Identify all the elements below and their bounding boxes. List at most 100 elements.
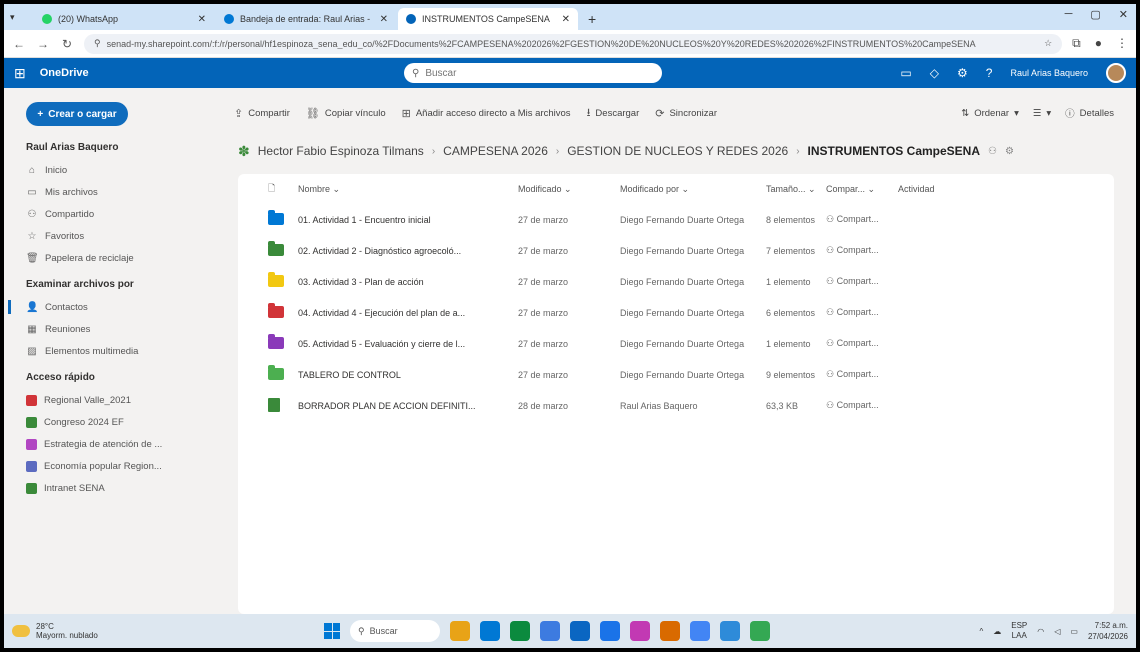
sidebar-nav-item[interactable]: ⌂ Inicio [20,159,222,181]
tab-search-icon[interactable]: ▾ [10,12,26,23]
taskbar-app-icon[interactable] [630,621,650,641]
help-icon[interactable]: ? [986,66,993,80]
sidebar-nav-item[interactable]: ▭ Mis archivos [20,181,222,203]
sort-button[interactable]: ⇅ Ordenar ▾ [961,108,1019,119]
wifi-icon[interactable]: ◠ [1037,627,1044,636]
battery-icon[interactable]: ▭ [1070,627,1078,636]
browse-item[interactable]: ▨ Elementos multimedia [20,340,222,362]
back-icon[interactable]: ← [12,37,26,51]
sharing-status[interactable]: ⚇ Compart... [826,400,898,411]
site-info-icon[interactable]: ⚲ [94,38,101,49]
clock[interactable]: 7:52 a.m. 27/04/2026 [1088,620,1128,642]
sharing-status[interactable]: ⚇ Compart... [826,276,898,287]
command-button[interactable]: ⛓ Copiar vínculo [306,107,386,120]
bookmark-star-icon[interactable]: ☆ [1044,38,1052,49]
taskbar-app-icon[interactable] [570,621,590,641]
taskbar-app-icon[interactable] [660,621,680,641]
search-box[interactable]: ⚲ [404,63,662,83]
people-icon[interactable]: ⚇ [988,146,997,157]
breadcrumb-item[interactable]: Hector Fabio Espinoza Tilmans [258,144,424,158]
table-row[interactable]: 04. Actividad 4 - Ejecución del plan de … [238,297,1114,328]
url-bar[interactable]: ⚲ senad-my.sharepoint.com/:f:/r/personal… [84,33,1063,54]
settings-icon[interactable]: ⚙ [957,66,968,80]
start-windows-icon[interactable] [324,623,340,639]
col-modified-header[interactable]: Modificado ⌄ [518,184,620,195]
quick-access-item[interactable]: Congreso 2024 EF [20,411,222,433]
taskbar-app-icon[interactable] [750,621,770,641]
file-name[interactable]: 05. Actividad 5 - Evaluación y cierre de… [298,339,518,349]
taskbar-app-icon[interactable] [690,621,710,641]
command-button[interactable]: ⇪ Compartir [234,107,290,120]
browser-tab[interactable]: INSTRUMENTOS CampeSENA ✕ [398,8,578,30]
browse-item[interactable]: 👤 Contactos [8,296,222,318]
tab-close-icon[interactable]: ✕ [380,14,388,25]
taskbar-app-icon[interactable] [450,621,470,641]
details-button[interactable]: ⓘ Detalles [1065,106,1114,121]
premium-icon[interactable]: ◇ [930,66,939,80]
command-button[interactable]: ⊞ Añadir acceso directo a Mis archivos [402,107,571,120]
quick-access-item[interactable]: Intranet SENA [20,477,222,499]
taskbar-app-icon[interactable] [510,621,530,641]
table-row[interactable]: TABLERO DE CONTROL 27 de marzo Diego Ferna… [238,359,1114,390]
col-size-header[interactable]: Tamaño... ⌄ [766,184,826,195]
app-launcher-icon[interactable]: ⊞ [14,65,26,82]
breadcrumb-item[interactable]: CAMPESENA 2026 [443,144,548,158]
tab-close-icon[interactable]: ✕ [198,14,206,25]
search-input[interactable] [425,67,626,79]
sharing-status[interactable]: ⚇ Compart... [826,369,898,380]
forward-icon[interactable]: → [36,37,50,51]
extensions-icon[interactable]: ⧉ [1072,36,1081,51]
view-options-button[interactable]: ☰ ▾ [1033,108,1051,119]
reload-icon[interactable]: ↻ [60,37,74,51]
col-sharing-header[interactable]: Compar... ⌄ [826,184,898,195]
feedback-icon[interactable]: ▭ [900,66,911,80]
file-name[interactable]: 01. Actividad 1 - Encuentro inicial [298,215,518,225]
file-name[interactable]: 04. Actividad 4 - Ejecución del plan de … [298,308,518,318]
folder-settings-icon[interactable]: ⚙ [1005,146,1014,157]
command-button[interactable]: ⟳ Sincronizar [655,107,717,120]
taskbar-app-icon[interactable] [480,621,500,641]
file-name[interactable]: 03. Actividad 3 - Plan de acción [298,277,518,287]
table-row[interactable]: BORRADOR PLAN DE ACCION DEFINITI... 28 de… [238,390,1114,421]
cloud-tray-icon[interactable]: ☁ [993,627,1001,636]
volume-icon[interactable]: ◁ [1054,627,1060,636]
sidebar-nav-item[interactable]: ☆ Favoritos [20,225,222,247]
sharing-status[interactable]: ⚇ Compart... [826,214,898,225]
table-row[interactable]: 05. Actividad 5 - Evaluación y cierre de… [238,328,1114,359]
taskbar-search[interactable]: ⚲ Buscar [350,620,440,642]
app-name[interactable]: OneDrive [40,67,89,79]
col-activity-header[interactable]: Actividad [898,184,978,194]
close-window-icon[interactable]: ✕ [1119,8,1128,21]
sharing-status[interactable]: ⚇ Compart... [826,307,898,318]
col-name-header[interactable]: Nombre ⌄ [298,184,518,195]
taskbar-app-icon[interactable] [600,621,620,641]
minimize-icon[interactable]: ─ [1065,8,1073,21]
browse-item[interactable]: ▦ Reuniones [20,318,222,340]
profile-icon[interactable]: ● [1095,36,1102,51]
tray-chevron-icon[interactable]: ^ [979,627,983,636]
command-button[interactable]: ⭳ Descargar [587,104,640,123]
breadcrumb-item[interactable]: INSTRUMENTOS CampeSENA [808,144,980,158]
browser-tab[interactable]: (20) WhatsApp ✕ [34,8,214,30]
tab-close-icon[interactable]: ✕ [562,14,570,25]
table-row[interactable]: 01. Actividad 1 - Encuentro inicial 27 de… [238,204,1114,235]
taskbar-app-icon[interactable] [720,621,740,641]
file-name[interactable]: 02. Actividad 2 - Diagnóstico agroecoló.… [298,246,518,256]
chrome-menu-icon[interactable]: ⋮ [1116,36,1128,51]
sidebar-nav-item[interactable]: 🗑 Papelera de reciclaje [20,247,222,269]
quick-access-item[interactable]: Estrategia de atención de ... [20,433,222,455]
file-name[interactable]: BORRADOR PLAN DE ACCION DEFINITI... [298,401,518,411]
taskbar-app-icon[interactable] [540,621,560,641]
table-row[interactable]: 02. Actividad 2 - Diagnóstico agroecoló.… [238,235,1114,266]
avatar[interactable] [1106,63,1126,83]
create-upload-button[interactable]: + Crear o cargar [26,102,128,126]
table-row[interactable]: 03. Actividad 3 - Plan de acción 27 de ma… [238,266,1114,297]
col-modified-by-header[interactable]: Modificado por ⌄ [620,184,766,195]
file-type-header-icon[interactable]: 🗋 [238,181,298,197]
browser-tab[interactable]: Bandeja de entrada: Raul Arias - ✕ [216,8,396,30]
quick-access-item[interactable]: Regional Valle_2021 [20,389,222,411]
sharing-status[interactable]: ⚇ Compart... [826,245,898,256]
sidebar-nav-item[interactable]: ⚇ Compartido [20,203,222,225]
language-indicator[interactable]: ESP LAA [1011,621,1027,641]
account-name[interactable]: Raul Arias Baquero [1010,68,1088,78]
